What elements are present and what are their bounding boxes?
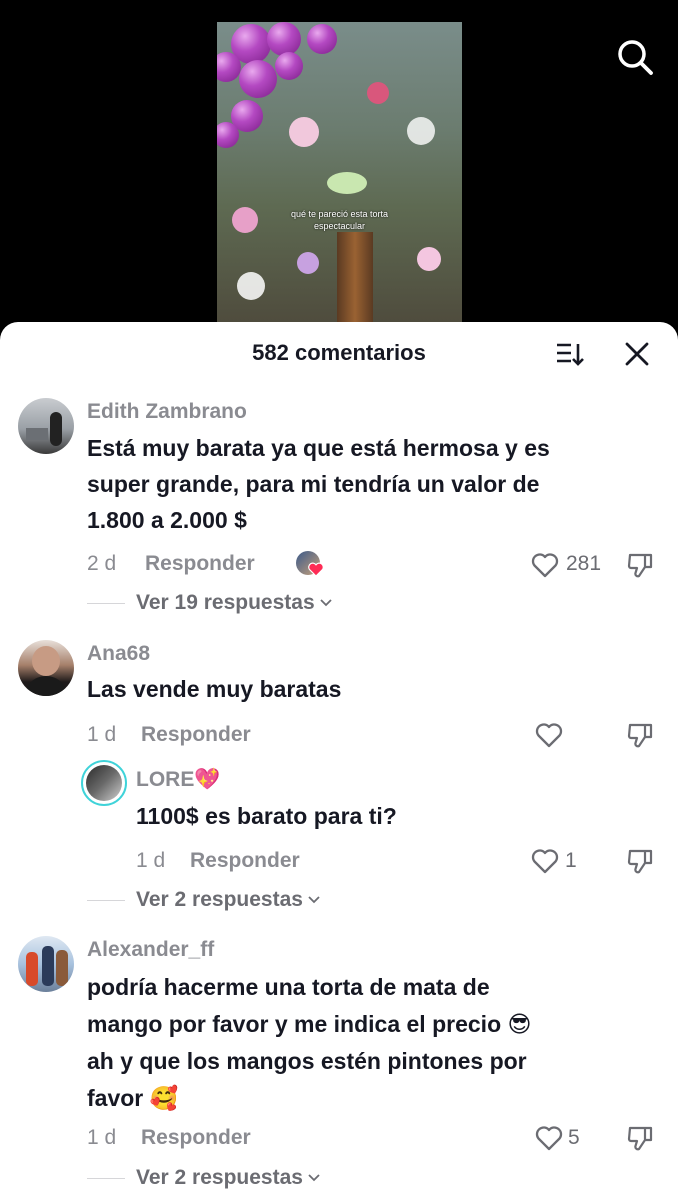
video-area[interactable]: qué te pareció esta torta espectacular (0, 0, 678, 330)
like-heart-icon[interactable] (535, 722, 563, 748)
replies-divider (87, 900, 125, 901)
comment-text-line: 1100$ es barato para ti? (136, 803, 397, 829)
avatar[interactable] (18, 640, 74, 696)
comment-text-line: 1.800 a 2.000 $ (87, 507, 247, 533)
avatar[interactable] (18, 398, 74, 454)
comment-text: Está muy barata ya que está hermosa y es… (87, 430, 550, 538)
creator-liked-avatar (296, 551, 324, 577)
comment-text-line: mango por favor y me indica el precio 😎 (87, 1011, 532, 1037)
like-heart-icon[interactable] (535, 1125, 563, 1151)
view-replies-label: Ver 2 respuestas (136, 1166, 303, 1189)
comments-sheet: 582 comentarios Edith Zambrano Está muy … (0, 322, 678, 1200)
dislike-icon[interactable] (626, 1124, 654, 1152)
reply-button[interactable]: Responder (145, 552, 255, 576)
like-heart-icon[interactable] (531, 552, 559, 578)
heart-badge-icon (308, 562, 324, 577)
like-count: 5 (568, 1126, 580, 1149)
view-replies-label: Ver 2 respuestas (136, 888, 303, 911)
comment-username[interactable]: Ana68 (87, 642, 150, 666)
comment-text-line: Está muy barata ya que está hermosa y es (87, 435, 550, 461)
avatar[interactable] (18, 936, 74, 992)
avatar[interactable] (81, 760, 127, 806)
close-icon[interactable] (624, 341, 650, 367)
caption-line-1: qué te pareció esta torta (290, 209, 389, 219)
chevron-down-icon (319, 599, 332, 607)
video-thumbnail[interactable]: qué te pareció esta torta espectacular (217, 22, 462, 330)
comment-text-line: Las vende muy baratas (87, 676, 342, 702)
dislike-icon[interactable] (626, 551, 654, 579)
dislike-icon[interactable] (626, 847, 654, 875)
comment-text-line: super grande, para mi tendría un valor d… (87, 471, 540, 497)
reply-button[interactable]: Responder (190, 849, 300, 873)
view-replies-button[interactable]: Ver 2 respuestas (136, 1166, 321, 1190)
sort-icon[interactable] (555, 340, 585, 368)
view-replies-label: Ver 19 respuestas (136, 591, 315, 614)
like-count: 1 (565, 849, 577, 872)
reply-button[interactable]: Responder (141, 1126, 251, 1150)
comment-text-line: ah y que los mangos estén pintones por (87, 1048, 527, 1074)
like-count: 281 (566, 552, 602, 575)
comment-date: 2 d (87, 552, 117, 575)
comment-text: podría hacerme una torta de mata de mang… (87, 969, 531, 1117)
replies-divider (87, 1178, 125, 1179)
comment-username[interactable]: Edith Zambrano (87, 400, 247, 424)
comment-username[interactable]: Alexander_ff (87, 938, 214, 962)
replies-divider (87, 603, 125, 604)
reply-button[interactable]: Responder (141, 723, 251, 747)
comment-text-line: podría hacerme una torta de mata de (87, 974, 490, 1000)
comment-date: 1 d (87, 1126, 117, 1149)
comment-text-line: favor 🥰 (87, 1085, 179, 1111)
dislike-icon[interactable] (626, 721, 654, 749)
comment-text: 1100$ es barato para ti? (136, 798, 397, 834)
comment-date: 1 d (136, 849, 166, 872)
view-replies-button[interactable]: Ver 19 respuestas (136, 591, 333, 615)
caption-line-2: espectacular (313, 221, 366, 231)
comment-date: 1 d (87, 723, 117, 746)
comment-text: Las vende muy baratas (87, 671, 341, 707)
view-replies-button[interactable]: Ver 2 respuestas (136, 888, 321, 912)
like-heart-icon[interactable] (531, 848, 559, 874)
chevron-down-icon (308, 896, 320, 904)
search-icon[interactable] (616, 38, 654, 76)
comment-username[interactable]: LORE💖 (136, 768, 220, 792)
chevron-down-icon (308, 1174, 320, 1182)
video-caption: qué te pareció esta torta espectacular (217, 208, 462, 232)
